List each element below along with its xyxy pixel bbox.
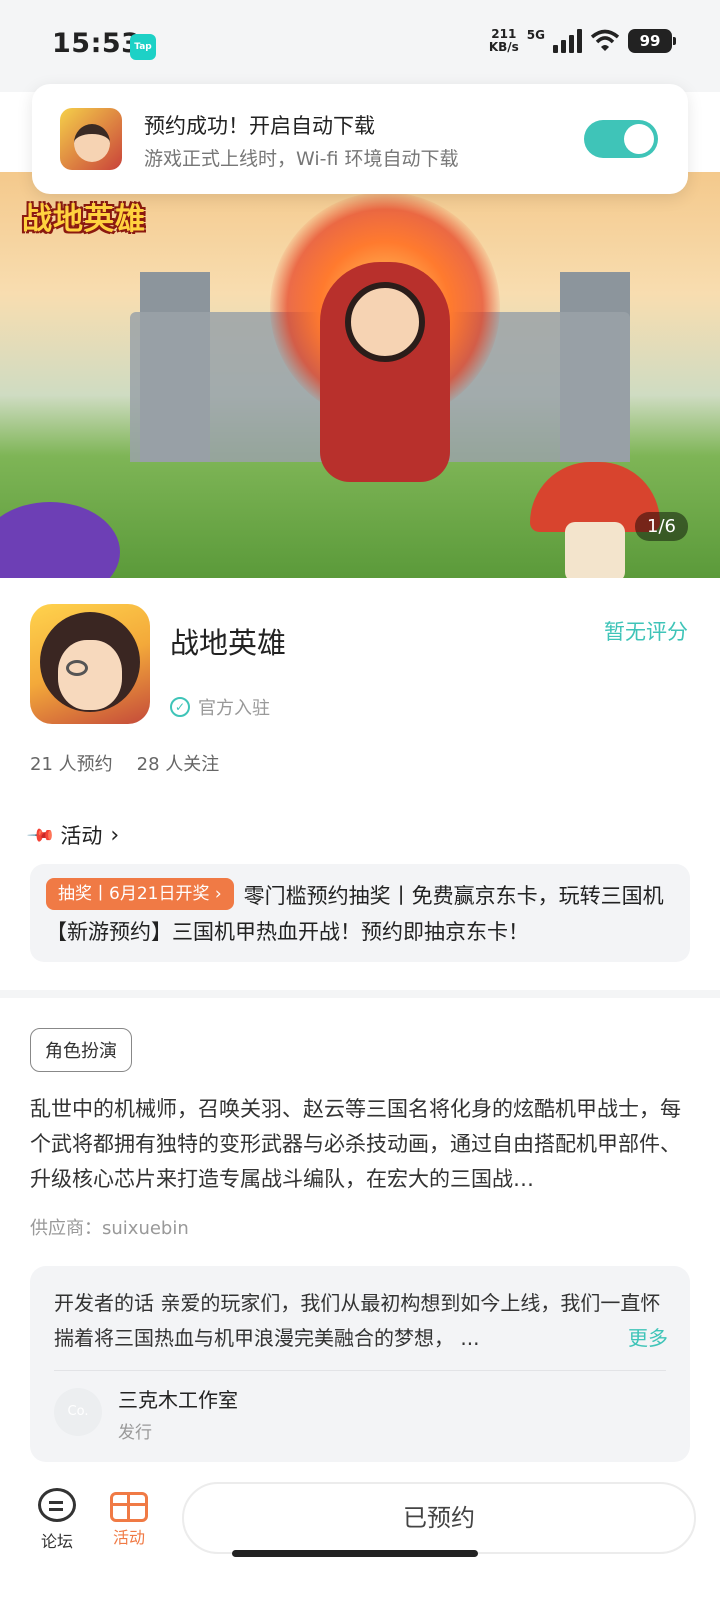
tap-app-icon: Tap bbox=[130, 34, 156, 60]
banner-art bbox=[345, 282, 425, 362]
signal-icon bbox=[553, 29, 582, 53]
notification-app-icon bbox=[60, 108, 122, 170]
studio-avatar[interactable]: Co. bbox=[54, 1388, 102, 1436]
banner-page-indicator: 1/6 bbox=[635, 512, 688, 541]
verified-label: 官方入驻 bbox=[198, 698, 270, 719]
network-speed: 211 KB/s bbox=[489, 28, 519, 54]
developer-message: 开发者的话 亲爱的玩家们，我们从最初构想到如今上线，我们一直怀揣着将三国热血与机… bbox=[54, 1291, 661, 1350]
auto-download-toggle[interactable] bbox=[584, 120, 658, 158]
banner-art bbox=[0, 502, 120, 578]
network-type: 5G bbox=[526, 28, 545, 42]
app-name: 战地英雄 bbox=[170, 626, 287, 660]
supplier-label: 供应商：suixuebin bbox=[30, 1218, 189, 1239]
status-time: 15:53 bbox=[52, 28, 141, 59]
reservation-count: 21 人预约 bbox=[30, 754, 113, 775]
banner-art bbox=[565, 522, 625, 578]
follower-count: 28 人关注 bbox=[136, 754, 220, 775]
bottom-bar: 论坛 活动 已预约 bbox=[0, 1468, 720, 1600]
nav-forum-label: 论坛 bbox=[40, 1532, 73, 1551]
activity-header[interactable]: 📌 活动 › bbox=[26, 820, 120, 851]
app-stats: 21 人预约 28 人关注 bbox=[30, 750, 219, 776]
battery-icon: 99 bbox=[628, 29, 676, 53]
verified-badge: ✓ 官方入驻 bbox=[170, 694, 270, 720]
notification-subtitle: 游戏正式上线时，Wi-fi 环境自动下载 bbox=[144, 148, 459, 170]
check-circle-icon: ✓ bbox=[170, 697, 190, 717]
studio-name[interactable]: 三克木工作室 bbox=[118, 1384, 238, 1413]
wifi-icon bbox=[590, 29, 620, 51]
game-description[interactable]: 乱世中的机械师，召唤关羽、赵云等三国名将化身的炫酷机甲战士，每个武将都拥有独特的… bbox=[30, 1092, 690, 1197]
chat-bubble-icon bbox=[38, 1488, 76, 1522]
home-indicator[interactable] bbox=[232, 1550, 478, 1557]
rating-label[interactable]: 暂无评分 bbox=[604, 616, 688, 646]
chevron-right-icon: › bbox=[110, 822, 120, 848]
section-divider bbox=[0, 990, 720, 998]
reserved-button[interactable]: 已预约 bbox=[182, 1482, 696, 1554]
gift-icon bbox=[110, 1492, 148, 1522]
developer-card: 开发者的话 亲爱的玩家们，我们从最初构想到如今上线，我们一直怀揣着将三国热血与机… bbox=[30, 1266, 690, 1462]
divider bbox=[54, 1370, 666, 1371]
status-indicators: 211 KB/s 5G 99 bbox=[489, 28, 676, 54]
activity-header-label: 活动 bbox=[60, 824, 103, 848]
nav-activity[interactable]: 活动 bbox=[94, 1488, 164, 1548]
lottery-tag: 抽奖丨6月21日开奖 › bbox=[46, 878, 234, 910]
game-logo: 战地英雄 bbox=[22, 202, 146, 237]
status-bar: 15:53 Tap 211 KB/s 5G 99 bbox=[0, 0, 720, 92]
toggle-knob bbox=[624, 124, 654, 154]
nav-activity-label: 活动 bbox=[112, 1528, 145, 1547]
pin-icon: 📌 bbox=[25, 819, 57, 851]
nav-forum[interactable]: 论坛 bbox=[22, 1488, 92, 1552]
notification-title: 预约成功！开启自动下载 bbox=[144, 114, 375, 138]
genre-tag[interactable]: 角色扮演 bbox=[30, 1028, 132, 1072]
studio-role: 发行 bbox=[118, 1423, 152, 1443]
game-banner[interactable]: 战地英雄 1/6 bbox=[0, 172, 720, 578]
reservation-notification: 预约成功！开启自动下载 游戏正式上线时，Wi-fi 环境自动下载 bbox=[32, 84, 688, 194]
network-speed-unit: KB/s bbox=[488, 40, 519, 54]
app-icon bbox=[30, 604, 150, 724]
activity-card[interactable]: 抽奖丨6月21日开奖 › 零门槛预约抽奖丨免费赢京东卡，玩转三国机 【新游预约】三… bbox=[30, 864, 690, 962]
more-link[interactable]: 更多 bbox=[622, 1322, 668, 1351]
